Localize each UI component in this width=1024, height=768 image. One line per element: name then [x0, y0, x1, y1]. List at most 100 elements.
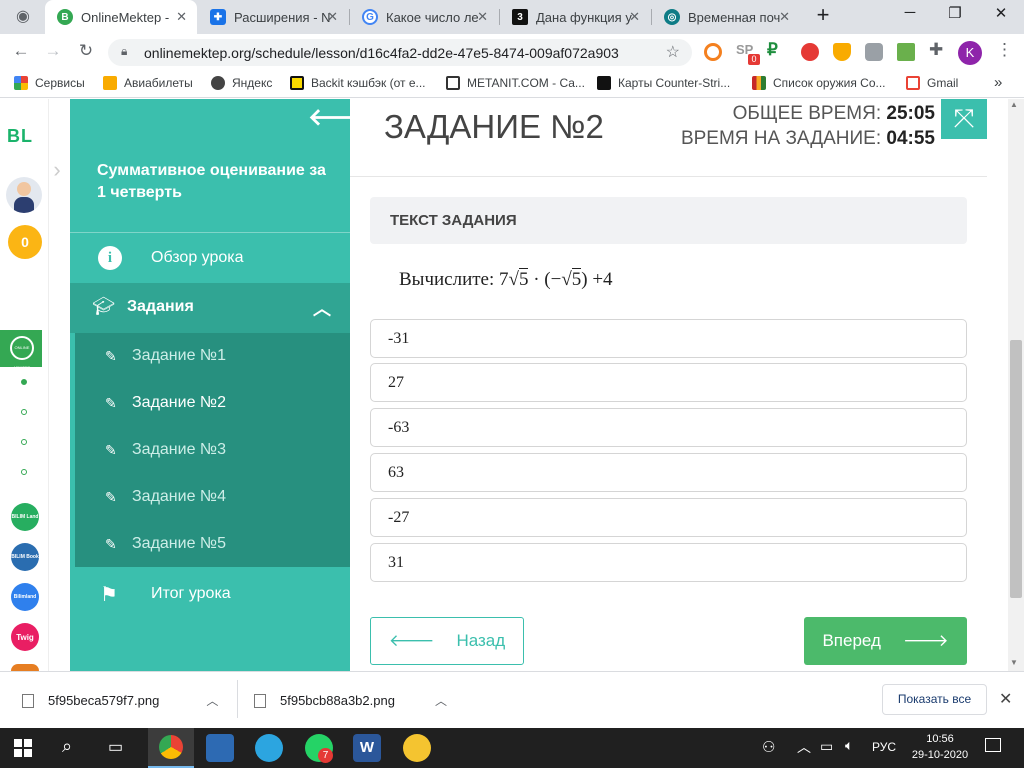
answer-option[interactable]: 27	[370, 363, 967, 402]
coins-badge[interactable]: 0	[8, 225, 42, 259]
profile-avatar[interactable]: K	[958, 41, 982, 65]
bookmark-yandex[interactable]: Яндекс	[211, 76, 272, 90]
clock[interactable]: 10:56 29-10-2020	[910, 731, 970, 763]
onlinemektep-icon: B	[57, 9, 73, 25]
extensions-puzzle-icon[interactable]: ✚	[929, 40, 943, 60]
tab-znanija[interactable]: 3 Дана функция у ✕	[500, 0, 650, 34]
sidebar-item-tasks[interactable]: 🎓︎ Задания ︿	[70, 283, 350, 333]
answer-option[interactable]: -63	[370, 408, 967, 447]
new-tab-button[interactable]: +	[808, 2, 838, 28]
bookmark-gmail[interactable]: Gmail	[906, 76, 958, 90]
nav-dot-active[interactable]	[21, 379, 27, 385]
notifications-icon[interactable]	[985, 738, 1001, 752]
bl-logo[interactable]: BL	[7, 126, 33, 147]
tab-search-icon[interactable]: ◉	[12, 6, 34, 26]
menu-kebab-icon[interactable]: ⋮	[996, 40, 1013, 60]
image-extension-icon[interactable]	[865, 43, 883, 61]
bookmark-weapons[interactable]: Список оружия Co...	[752, 76, 886, 90]
download-item[interactable]: 5f95bcb88a3b2.png ︿	[254, 692, 447, 709]
stop-extension-icon[interactable]	[801, 43, 819, 61]
show-all-button[interactable]: Показать все	[882, 684, 987, 715]
nav-dot[interactable]	[21, 409, 27, 415]
word-icon[interactable]: W	[353, 734, 381, 762]
tab-google[interactable]: G Какое число ле ✕	[350, 0, 498, 34]
paint-icon[interactable]	[403, 734, 431, 762]
tab-extensions[interactable]: ✚ Расширения - N ✕	[198, 0, 348, 34]
task-view-icon[interactable]: ▭	[108, 737, 123, 757]
bilimland-app[interactable]: BILIM Land	[11, 503, 39, 531]
divider	[350, 176, 987, 177]
download-item[interactable]: 5f95beca579f7.png ︿	[22, 692, 218, 709]
chevron-up-icon[interactable]: ︿	[797, 737, 811, 757]
chrome-icon	[159, 735, 183, 759]
url-input[interactable]: 🔒︎ onlinemektep.org/schedule/lesson/d16c…	[108, 39, 692, 66]
answer-option[interactable]: -31	[370, 319, 967, 358]
shield-extension-icon[interactable]	[833, 43, 851, 61]
close-tab-icon[interactable]: ✕	[779, 9, 790, 25]
sidebar-item-task-5[interactable]: ✎ Задание №5	[75, 520, 350, 567]
tab-onlinemektep[interactable]: B OnlineMektep - ✕	[45, 0, 197, 34]
bilimland-test-app[interactable]: Bilimland	[11, 583, 39, 611]
network-icon[interactable]: ▭	[820, 738, 833, 755]
onlinemektep-app[interactable]: ONLINE MEKTEP	[0, 330, 42, 370]
twig-app[interactable]: Twig	[11, 623, 39, 651]
next-button[interactable]: Вперед 🡒	[804, 617, 967, 665]
more-bookmarks-chevron[interactable]: »	[994, 74, 1002, 91]
bookmark-services[interactable]: Сервисы	[14, 76, 85, 90]
sidebar-item-task-3[interactable]: ✎ Задание №3	[75, 426, 350, 473]
bilimbook-app[interactable]: BILIM Book	[11, 543, 39, 571]
minimize-button[interactable]: ─	[895, 4, 925, 21]
extension-puzzle-icon: ✚	[210, 9, 226, 25]
chevron-up-icon[interactable]: ︿	[206, 692, 218, 709]
answer-option[interactable]: -27	[370, 498, 967, 537]
bookmark-star-icon[interactable]: ☆	[666, 42, 680, 62]
rail-expand-chevron-icon[interactable]: ›	[44, 157, 70, 187]
sidebar-item-task-2[interactable]: ✎ Задание №2	[75, 379, 350, 426]
bookmark-cs-maps[interactable]: Карты Counter-Stri...	[597, 76, 730, 90]
ok-extension-icon[interactable]	[704, 43, 722, 61]
close-tab-icon[interactable]: ✕	[629, 9, 640, 25]
nav-dot[interactable]	[21, 439, 27, 445]
avatar[interactable]	[6, 177, 42, 213]
bookmark-label: Backit кэшбэк (от е...	[311, 76, 426, 90]
answer-option[interactable]: 63	[370, 453, 967, 492]
reload-icon[interactable]: ↻	[75, 41, 97, 61]
telegram-icon[interactable]	[255, 734, 283, 762]
close-tab-icon[interactable]: ✕	[176, 9, 187, 25]
scroll-down-icon[interactable]: ▼	[1010, 658, 1018, 667]
photos-icon[interactable]	[206, 734, 234, 762]
sidebar-item-task-1[interactable]: ✎ Задание №1	[75, 332, 350, 379]
bookmark-metanit[interactable]: METANIT.COM - Са...	[446, 76, 585, 90]
sidebar-item-result[interactable]: ⚑ Итог урока	[70, 569, 350, 619]
onlinemektep-label: ONLINE MEKTEP	[10, 336, 34, 370]
taskbar-chrome[interactable]	[148, 728, 194, 768]
tab-tempmail[interactable]: ◎ Временная поч ✕	[652, 0, 800, 34]
chevron-up-icon[interactable]: ︿	[435, 692, 447, 709]
bookmark-aviabilety[interactable]: Авиабилеты	[103, 76, 193, 90]
volume-icon[interactable]: 🔈︎	[845, 737, 853, 754]
nav-dot[interactable]	[21, 469, 27, 475]
forward-arrow-icon[interactable]: →	[42, 41, 64, 61]
close-downloads-icon[interactable]: ✕	[999, 689, 1012, 709]
close-window-button[interactable]: ✕	[986, 4, 1016, 22]
bookmark-backit[interactable]: Backit кэшбэк (от е...	[290, 76, 426, 90]
url-text: onlinemektep.org/schedule/lesson/d16c4fa…	[144, 44, 619, 61]
scroll-up-icon[interactable]: ▲	[1010, 100, 1018, 109]
sidebar-item-task-4[interactable]: ✎ Задание №4	[75, 473, 350, 520]
restore-button[interactable]: ❐	[940, 4, 970, 22]
download-extension-icon[interactable]	[897, 43, 915, 61]
ruble-icon[interactable]: ₽	[767, 40, 778, 60]
next-app-partial[interactable]	[11, 664, 39, 671]
people-icon[interactable]: ⚇	[762, 738, 775, 756]
close-tab-icon[interactable]: ✕	[477, 9, 488, 25]
fullscreen-icon[interactable]: ⤧	[941, 99, 987, 139]
windows-start-icon[interactable]	[14, 739, 32, 757]
close-tab-icon[interactable]: ✕	[327, 9, 338, 25]
search-icon[interactable]: ⌕	[62, 736, 72, 757]
back-arrow-icon[interactable]: ←	[10, 41, 32, 61]
answer-option[interactable]: 31	[370, 543, 967, 582]
language-indicator[interactable]: РУС	[872, 740, 896, 754]
scrollbar-thumb[interactable]	[1010, 340, 1022, 598]
sidebar-item-overview[interactable]: i Обзор урока	[70, 233, 350, 283]
back-button[interactable]: 🡐 Назад	[370, 617, 524, 665]
